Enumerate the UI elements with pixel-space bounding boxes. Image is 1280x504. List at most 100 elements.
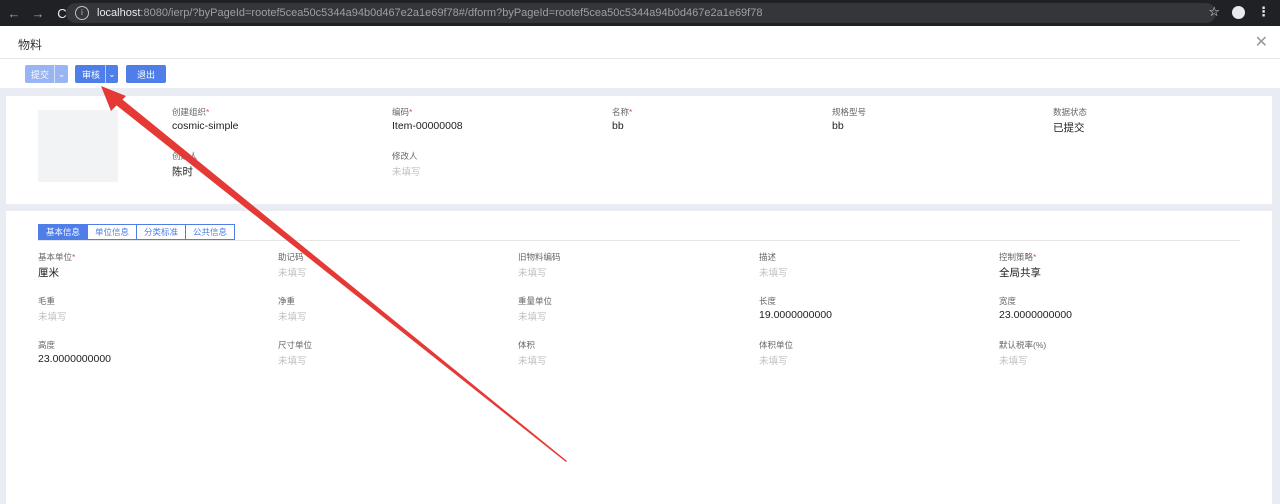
tab-public-info[interactable]: 公共信息 bbox=[185, 224, 236, 240]
field-label: 旧物料编码 bbox=[518, 251, 561, 263]
submit-button[interactable]: 提交 ⌄ bbox=[25, 65, 68, 83]
detail-card: 基本信息 单位信息 分类标准 公共信息 基本单位* 厘米 助记码 未填写 旧物料… bbox=[6, 211, 1272, 504]
field-net-weight[interactable]: 净重 未填写 bbox=[278, 295, 307, 323]
field-value: 未填写 bbox=[518, 356, 547, 367]
field-label: 体积 bbox=[518, 339, 547, 351]
close-icon[interactable]: ✕ bbox=[1255, 32, 1268, 52]
field-value: 全局共享 bbox=[999, 267, 1041, 279]
field-label: 高度 bbox=[38, 339, 111, 351]
bookmark-star-icon[interactable]: ☆ bbox=[1208, 4, 1220, 20]
field-value: 陈时 bbox=[172, 166, 193, 178]
label-text: 创建组织 bbox=[172, 107, 207, 117]
field-value: 23.0000000000 bbox=[38, 353, 111, 365]
label-text: 长度 bbox=[759, 296, 777, 306]
required-mark: * bbox=[409, 107, 413, 117]
field-code[interactable]: 编码* Item-00000008 bbox=[392, 106, 463, 132]
label-text: 规格型号 bbox=[832, 107, 867, 117]
field-width[interactable]: 宽度 23.0000000000 bbox=[999, 295, 1072, 321]
label-text: 毛重 bbox=[38, 296, 56, 306]
label-text: 编码 bbox=[392, 107, 410, 117]
required-mark: * bbox=[1033, 252, 1037, 262]
field-value: 未填写 bbox=[759, 268, 788, 279]
chevron-down-icon[interactable]: ⌄ bbox=[54, 65, 68, 83]
field-create-org[interactable]: 创建组织* cosmic-simple bbox=[172, 106, 239, 132]
field-value: 未填写 bbox=[999, 356, 1028, 367]
field-label: 修改人 bbox=[392, 150, 421, 162]
field-value: 未填写 bbox=[38, 312, 67, 323]
label-text: 尺寸单位 bbox=[278, 340, 313, 350]
field-height[interactable]: 高度 23.0000000000 bbox=[38, 339, 111, 365]
field-control-strategy[interactable]: 控制策略* 全局共享 bbox=[999, 251, 1041, 280]
label-text: 体积 bbox=[518, 340, 536, 350]
required-mark: * bbox=[629, 107, 633, 117]
audit-button[interactable]: 审核 ⌄ bbox=[75, 65, 118, 83]
field-value: 未填写 bbox=[278, 356, 307, 367]
material-image-placeholder[interactable] bbox=[38, 110, 118, 182]
field-old-code[interactable]: 旧物料编码 未填写 bbox=[518, 251, 561, 279]
url-path: :8080/ierp/?byPageId=rootef5cea50c5344a9… bbox=[140, 7, 763, 19]
field-value: 厘米 bbox=[38, 267, 59, 279]
browser-menu-icon[interactable]: ⋮ bbox=[1257, 4, 1270, 20]
field-label: 默认税率(%) bbox=[999, 339, 1046, 351]
field-volume[interactable]: 体积 未填写 bbox=[518, 339, 547, 367]
field-value: 已提交 bbox=[1053, 122, 1085, 134]
label-text: 助记码 bbox=[278, 252, 304, 262]
field-label: 描述 bbox=[759, 251, 788, 263]
profile-avatar-icon[interactable] bbox=[1232, 5, 1245, 19]
action-toolbar: 提交 ⌄ 审核 ⌄ 退出 bbox=[0, 59, 1280, 88]
label-text: 控制策略 bbox=[999, 252, 1034, 262]
header-card: 创建组织* cosmic-simple 编码* Item-00000008 名称… bbox=[6, 96, 1272, 204]
label-text: 默认税率(%) bbox=[999, 340, 1047, 350]
field-base-unit[interactable]: 基本单位* 厘米 bbox=[38, 251, 75, 280]
field-label: 创建人 bbox=[172, 150, 198, 162]
submit-label: 提交 bbox=[31, 69, 50, 80]
address-bar[interactable]: i localhost:8080/ierp/?byPageId=rootef5c… bbox=[66, 3, 1216, 23]
field-label: 助记码 bbox=[278, 251, 307, 263]
field-label: 宽度 bbox=[999, 295, 1072, 307]
field-data-status[interactable]: 数据状态 已提交 bbox=[1053, 106, 1087, 135]
back-icon[interactable]: ← bbox=[4, 6, 24, 21]
field-name[interactable]: 名称* bb bbox=[612, 106, 632, 132]
chevron-down-icon[interactable]: ⌄ bbox=[104, 65, 118, 83]
required-mark: * bbox=[72, 252, 76, 262]
label-text: 高度 bbox=[38, 340, 56, 350]
label-text: 修改人 bbox=[392, 151, 418, 161]
field-gross-weight[interactable]: 毛重 未填写 bbox=[38, 295, 67, 323]
label-text: 体积单位 bbox=[759, 340, 794, 350]
field-description[interactable]: 描述 未填写 bbox=[759, 251, 788, 279]
field-mnemonic[interactable]: 助记码 未填写 bbox=[278, 251, 307, 279]
tab-classification[interactable]: 分类标准 bbox=[136, 224, 187, 240]
field-modifier[interactable]: 修改人 未填写 bbox=[392, 150, 421, 178]
tab-basic-info[interactable]: 基本信息 bbox=[38, 224, 89, 240]
field-weight-unit[interactable]: 重量单位 未填写 bbox=[518, 295, 552, 323]
forward-icon[interactable]: → bbox=[28, 6, 48, 21]
field-default-tax-rate[interactable]: 默认税率(%) 未填写 bbox=[999, 339, 1046, 367]
field-volume-unit[interactable]: 体积单位 未填写 bbox=[759, 339, 793, 367]
field-label: 毛重 bbox=[38, 295, 67, 307]
field-creator[interactable]: 创建人 陈时 bbox=[172, 150, 198, 179]
field-label: 名称* bbox=[612, 106, 632, 118]
field-size-unit[interactable]: 尺寸单位 未填写 bbox=[278, 339, 312, 367]
field-length[interactable]: 长度 19.0000000000 bbox=[759, 295, 832, 321]
field-value: 23.0000000000 bbox=[999, 309, 1072, 321]
field-label: 体积单位 bbox=[759, 339, 793, 351]
field-value: 未填写 bbox=[518, 268, 547, 279]
page-title: 物料 bbox=[18, 38, 43, 52]
field-value: 未填写 bbox=[392, 167, 421, 178]
field-value: 未填写 bbox=[518, 312, 547, 323]
exit-button[interactable]: 退出 bbox=[126, 65, 166, 83]
field-label: 控制策略* bbox=[999, 251, 1041, 263]
required-mark: * bbox=[206, 107, 210, 117]
label-text: 净重 bbox=[278, 296, 296, 306]
url-host: localhost bbox=[97, 7, 141, 19]
tab-unit-info[interactable]: 单位信息 bbox=[87, 224, 138, 240]
audit-label: 审核 bbox=[82, 69, 101, 80]
field-value: bb bbox=[612, 120, 624, 132]
field-value: 未填写 bbox=[278, 312, 307, 323]
field-spec-model[interactable]: 规格型号 bb bbox=[832, 106, 866, 132]
label-text: 描述 bbox=[759, 252, 777, 262]
field-label: 基本单位* bbox=[38, 251, 75, 263]
label-text: 数据状态 bbox=[1053, 107, 1088, 117]
info-icon[interactable]: i bbox=[75, 6, 89, 20]
field-label: 净重 bbox=[278, 295, 307, 307]
